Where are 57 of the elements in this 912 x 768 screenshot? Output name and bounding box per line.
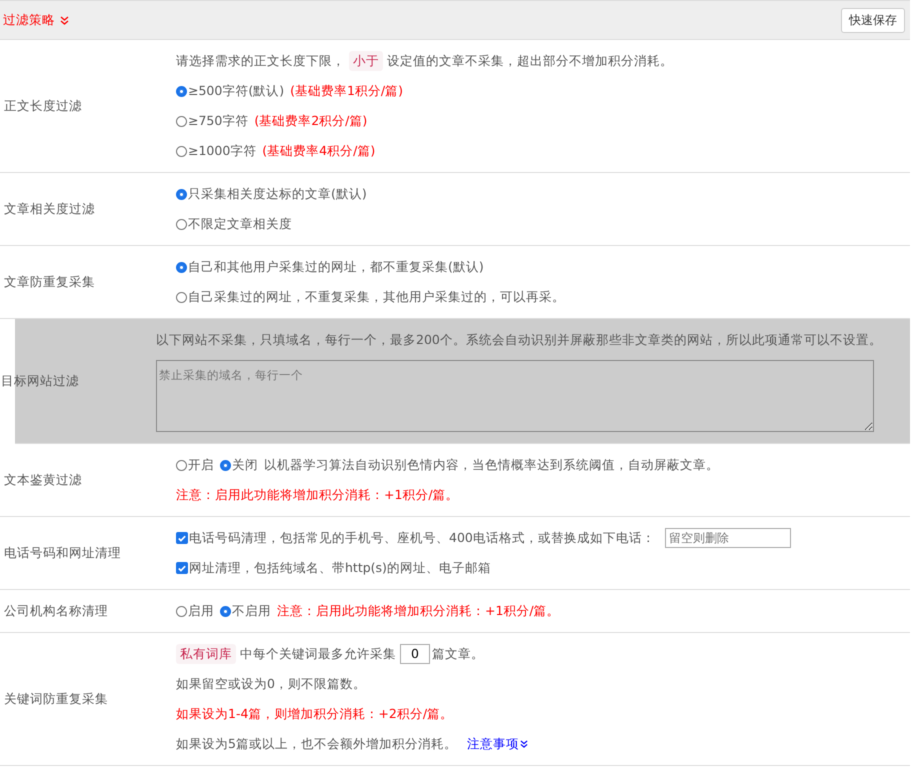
radio-icon[interactable] [176,218,187,230]
radio-icon[interactable] [176,262,187,272]
description-text: 中每个关键词最多允许采集 [240,645,396,663]
setting-label: 文章相关度过滤 [3,200,96,218]
double-chevron-icon [520,740,528,748]
radio-icon[interactable] [176,460,187,470]
checkbox-icon[interactable] [176,532,188,544]
keyword-tag: 小于 [349,51,383,71]
radio-icon[interactable] [176,116,187,126]
radio-option[interactable]: 关闭 [220,452,258,478]
radio-option[interactable]: ≥750字符 [176,108,248,134]
radio-option[interactable]: 只采集相关度达标的文章(默认) [176,181,367,207]
radio-option[interactable]: 不启用 [220,598,271,624]
warning-text: 注意：启用此功能将增加积分消耗：+1积分/篇。 [277,602,560,620]
radio-icon[interactable] [176,606,187,616]
setting-label: 关键词防重复采集 [3,690,109,708]
radio-option[interactable]: 开启 [176,452,214,478]
description-text: 以机器学习算法自动识别色情内容，当色情概率达到系统阈值，自动屏蔽文章。 [264,456,719,474]
radio-option[interactable]: ≥1000字符 [176,138,256,164]
checkbox-option[interactable]: 网址清理，包括纯域名、带http(s)的网址、电子邮箱 [176,555,491,581]
radio-icon[interactable] [220,460,231,470]
phone-input-field[interactable]: 留空则删除 [664,528,791,548]
count-input-field[interactable]: 0 [400,644,430,664]
checkbox-icon[interactable] [176,562,188,574]
double-chevron-icon [60,16,69,24]
radio-icon[interactable] [176,292,187,302]
radio-option[interactable]: 自己采集过的网址，不重复采集，其他用户采集过的，可以再采。 [176,284,565,310]
description-text: 请选择需求的正文长度下限， [176,52,345,70]
description-text: 篇文章。 [432,645,484,663]
warning-text: 注意：启用此功能将增加积分消耗：+1积分/篇。 [176,486,459,504]
radio-icon[interactable] [176,86,187,96]
description-text: 如果设为5篇或以上，也不会额外增加积分消耗。 [176,735,457,753]
radio-icon[interactable] [220,606,231,616]
setting-label: 目标网站过滤 [1,372,80,390]
keyword-tag: 私有词库 [176,644,236,664]
warning-text: (基础费率1积分/篇) [290,82,404,100]
setting-label: 公司机构名称清理 [3,602,109,620]
domain-textarea[interactable]: 禁止采集的域名，每行一个 [156,360,874,432]
quick-save-button[interactable]: 快速保存 [841,8,905,32]
description-text: 以下网站不采集，只填域名，每行一个，最多200个。系统会自动识别并屏蔽那些非文章类的网站，所以此项通常可以不设置。 [156,331,882,349]
radio-option[interactable]: 不限定文章相关度 [176,211,292,237]
notes-link[interactable]: 注意事项 [466,731,528,757]
warning-text: (基础费率4积分/篇) [262,142,376,160]
warning-text: 如果设为1-4篇，则增加积分消耗：+2积分/篇。 [176,705,454,723]
setting-label: 电话号码和网址清理 [3,544,122,562]
radio-icon[interactable] [176,146,187,156]
checkbox-option[interactable]: 电话号码清理，包括常见的手机号、座机号、400电话格式，或替换成如下电话： [176,525,655,551]
setting-label: 文章防重复采集 [3,272,96,290]
radio-option[interactable]: 启用 [176,598,214,624]
setting-label: 文本鉴黄过滤 [3,470,83,488]
description-text: 设定值的文章不采集，超出部分不增加积分消耗。 [387,52,673,70]
radio-icon[interactable] [176,188,187,200]
radio-option[interactable]: ≥500字符(默认) [176,78,284,104]
description-text: 如果留空或设为0，则不限篇数。 [176,675,366,693]
radio-option[interactable]: 自己和其他用户采集过的网址，都不重复采集(默认) [176,254,484,280]
warning-text: (基础费率2积分/篇) [254,112,368,130]
setting-label: 正文长度过滤 [3,96,83,114]
